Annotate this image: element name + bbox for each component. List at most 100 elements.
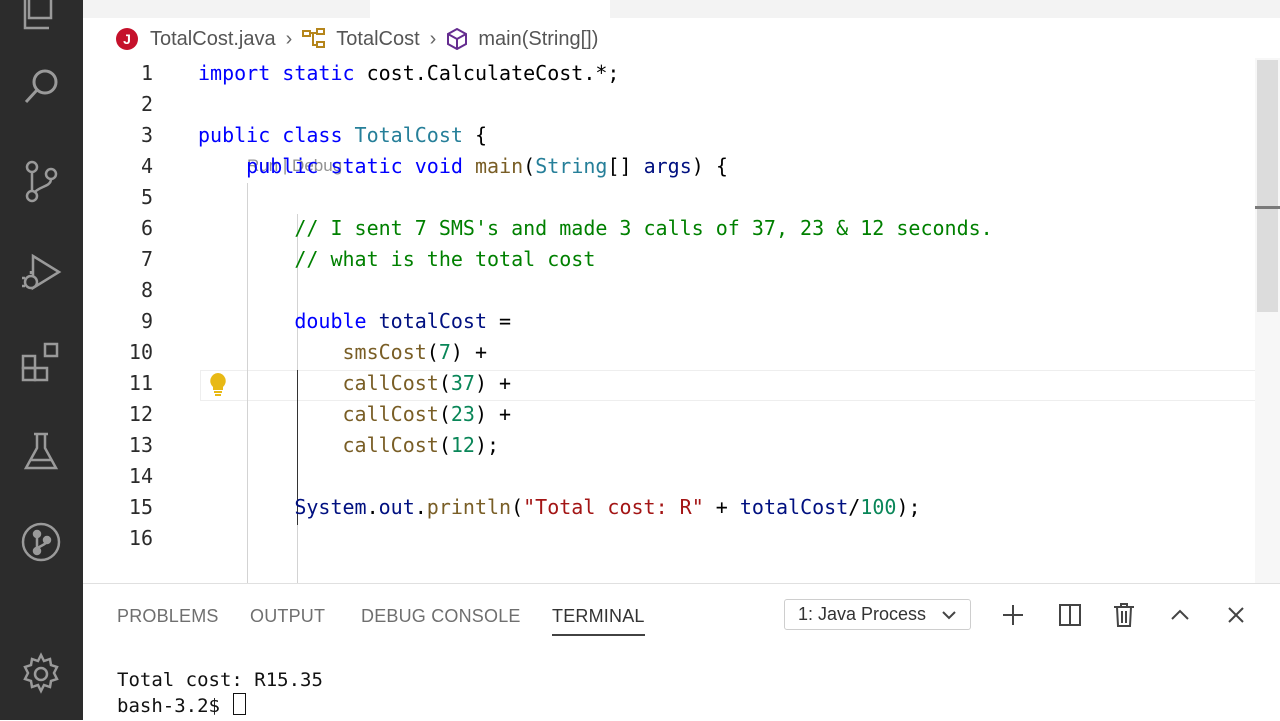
extensions-icon[interactable] — [17, 338, 65, 386]
code-token: smsCost — [342, 340, 427, 364]
code-token: { — [462, 123, 488, 147]
code-text: smsCost(7) + — [198, 337, 488, 368]
breadcrumb-file[interactable]: TotalCost.java — [150, 28, 276, 51]
code-line[interactable]: 11 callCost(37) + — [83, 368, 1255, 399]
code-line[interactable]: 6 // I sent 7 SMS's and made 3 calls of … — [83, 213, 1255, 244]
settings-gear-icon[interactable] — [17, 650, 65, 698]
code-token: out — [378, 495, 415, 519]
code-token: import — [198, 61, 283, 85]
trash-icon[interactable] — [1108, 599, 1140, 631]
code-token: public — [198, 123, 283, 147]
code-text: import static cost.CalculateCost.*; — [198, 58, 619, 89]
code-token: [] — [607, 154, 644, 178]
line-number: 11 — [128, 371, 153, 395]
code-token: totalCost — [739, 495, 849, 519]
code-line[interactable]: 1 import static cost.CalculateCost.*; — [83, 58, 1255, 89]
code-line[interactable]: 10 smsCost(7) + — [83, 337, 1255, 368]
code-text: callCost(12); — [198, 430, 500, 461]
chevron-down-icon — [940, 606, 958, 629]
code-text: callCost(23) + — [198, 399, 512, 430]
search-icon[interactable] — [17, 63, 65, 111]
code-text: double totalCost = — [198, 306, 511, 337]
code-line[interactable]: 5 — [83, 182, 1255, 213]
code-token: class — [282, 123, 355, 147]
code-token: static — [282, 61, 367, 85]
close-panel-icon[interactable] — [1220, 599, 1252, 631]
code-text: System.out.println("Total cost: R" + tot… — [198, 492, 921, 523]
code-text: // what is the total cost — [198, 244, 595, 275]
breadcrumb-class[interactable]: TotalCost — [302, 27, 420, 51]
code-editor[interactable]: Run | Debug 1 import static cost.Calculat… — [83, 58, 1255, 583]
tab-debug-console[interactable]: DEBUG CONSOLE — [361, 606, 521, 627]
code-token: ( — [523, 154, 536, 178]
code-line[interactable]: 15 System.out.println("Total cost: R" + … — [83, 492, 1255, 523]
code-line[interactable]: 3 public class TotalCost { — [83, 120, 1255, 151]
code-line[interactable]: 7 // what is the total cost — [83, 244, 1255, 275]
code-token: double — [294, 309, 379, 333]
code-line[interactable]: 4 public static void main(String[] args)… — [83, 151, 1255, 182]
breadcrumb-method[interactable]: main(String[]) — [446, 28, 598, 51]
explorer-icon[interactable] — [17, 0, 65, 34]
code-token: ( — [426, 340, 439, 364]
code-token: callCost — [342, 433, 439, 457]
code-token: static — [330, 154, 415, 178]
code-token: TotalCost — [354, 123, 463, 147]
code-token: 12 — [450, 433, 475, 457]
code-token: / — [848, 495, 861, 519]
code-line[interactable]: 13 callCost(12); — [83, 430, 1255, 461]
line-number: 9 — [140, 309, 153, 333]
testing-icon[interactable] — [17, 428, 65, 476]
code-token: 37 — [450, 371, 475, 395]
split-terminal-icon[interactable] — [1054, 599, 1086, 631]
chevron-right-icon: › — [285, 27, 293, 50]
code-token: ); — [896, 495, 921, 519]
terminal-select-value: 1: Java Process — [798, 604, 927, 624]
code-text: callCost(37) + — [198, 368, 512, 399]
source-control-icon[interactable] — [17, 157, 65, 205]
run-debug-icon[interactable] — [17, 248, 65, 296]
code-text: public static void main(String[] args) { — [198, 151, 728, 182]
scrollbar-position-marker — [1255, 206, 1280, 209]
terminal-select[interactable]: 1: Java Process — [784, 599, 971, 630]
code-token: "Total cost: R" — [523, 495, 704, 519]
code-token: callCost — [342, 371, 439, 395]
activity-bar — [0, 0, 83, 720]
code-token: + — [703, 495, 740, 519]
line-number: 7 — [140, 247, 153, 271]
terminal-output[interactable]: Total cost: R15.35 bash-3.2$ — [117, 668, 323, 719]
code-token: . — [366, 495, 379, 519]
code-token: main — [474, 154, 524, 178]
code-line[interactable]: 9 double totalCost = — [83, 306, 1255, 337]
code-token: ( — [438, 433, 451, 457]
code-line[interactable]: 16 — [83, 523, 1255, 554]
tab-output[interactable]: OUTPUT — [250, 606, 325, 627]
editor-scrollbar[interactable] — [1255, 58, 1280, 583]
active-editor-tab[interactable] — [370, 0, 610, 18]
scrollbar-thumb[interactable] — [1257, 60, 1278, 312]
line-number: 1 — [140, 61, 153, 85]
code-text: public class TotalCost { — [198, 120, 487, 151]
line-number: 6 — [140, 216, 153, 240]
terminal-cursor — [233, 693, 247, 715]
breadcrumb: J TotalCost.java › TotalCost › main(Stri… — [83, 18, 1280, 60]
code-line[interactable]: 12 callCost(23) + — [83, 399, 1255, 430]
line-number: 8 — [140, 278, 153, 302]
line-number: 14 — [128, 464, 153, 488]
line-number: 2 — [140, 92, 153, 116]
git-graph-icon[interactable] — [17, 518, 65, 566]
line-number: 16 — [128, 526, 153, 550]
breadcrumb-class-label: TotalCost — [336, 27, 420, 50]
maximize-panel-icon[interactable] — [1164, 599, 1196, 631]
tab-terminal[interactable]: TERMINAL — [552, 606, 645, 636]
add-terminal-icon[interactable] — [997, 599, 1029, 631]
code-token: callCost — [342, 402, 439, 426]
line-number: 10 — [128, 340, 153, 364]
code-line[interactable]: 2 — [83, 89, 1255, 120]
code-line[interactable]: 14 — [83, 461, 1255, 492]
tab-problems[interactable]: PROBLEMS — [117, 606, 219, 627]
code-line[interactable]: 8 — [83, 275, 1255, 306]
